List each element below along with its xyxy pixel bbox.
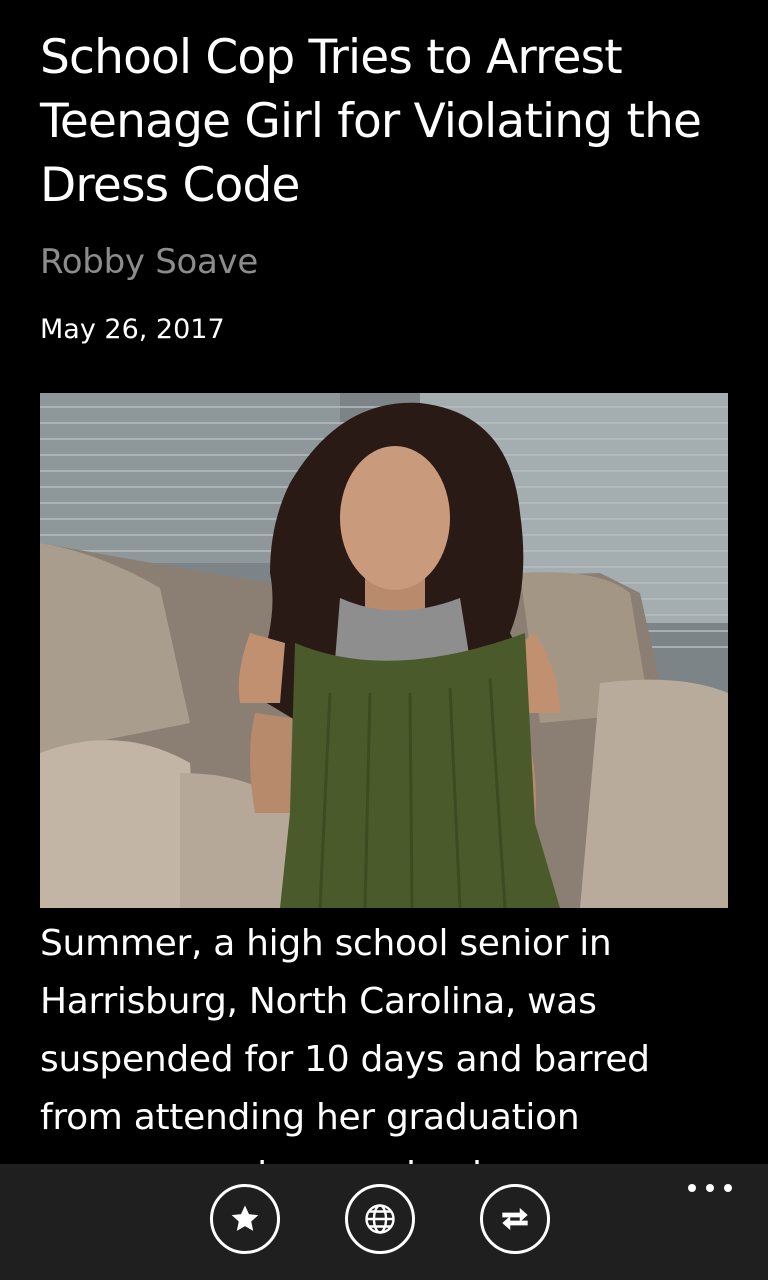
article-body: Summer, a high school senior in Harrisbu… [40,923,650,1164]
star-icon [231,1205,259,1231]
refresh-button[interactable] [480,1184,550,1254]
article-author: Robby Soave [40,242,258,282]
app-bar [0,1164,768,1280]
more-dot [706,1184,714,1192]
more-dot [688,1184,696,1192]
globe-icon [365,1204,395,1234]
article-view[interactable]: School Cop Tries to Arrest Teenage Girl … [0,0,768,1164]
article-hero-image [40,393,728,908]
favorite-button[interactable] [210,1184,280,1254]
refresh-icon [502,1207,528,1231]
article-title: School Cop Tries to Arrest Teenage Girl … [40,30,702,213]
article-date: May 26, 2017 [40,314,225,345]
more-dot [724,1184,732,1192]
open-in-browser-button[interactable] [345,1184,415,1254]
more-options-icon[interactable] [688,1178,732,1198]
